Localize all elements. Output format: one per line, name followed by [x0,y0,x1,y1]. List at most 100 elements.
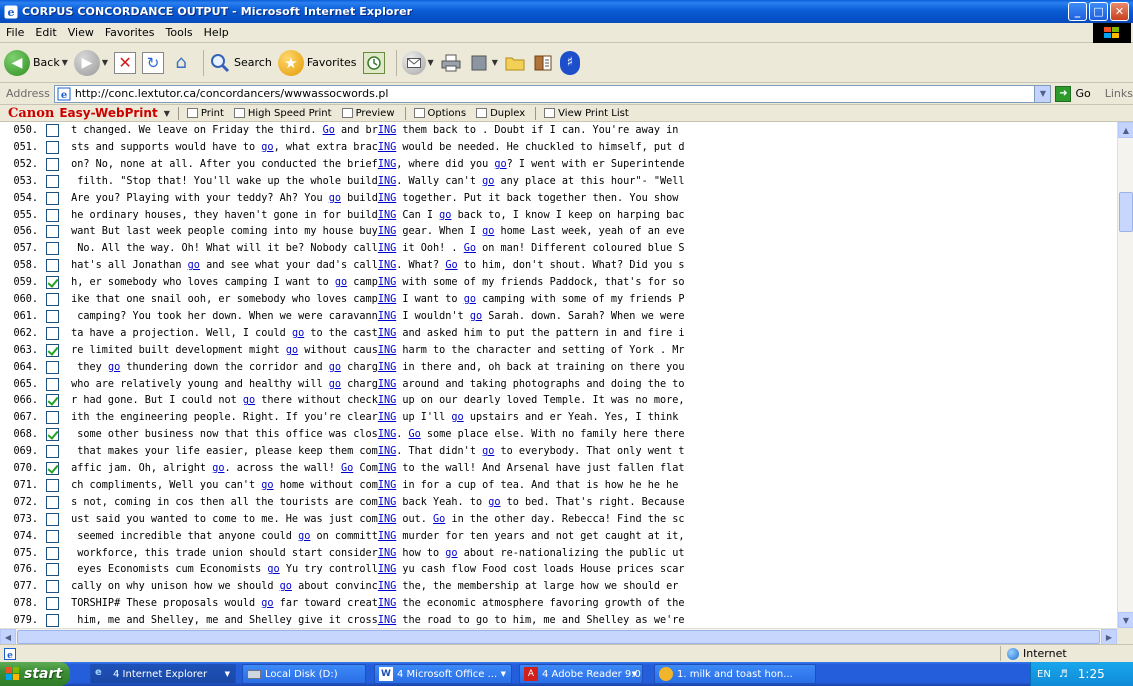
keyword-link[interactable]: ING [378,446,396,457]
stop-button[interactable]: ✕ [114,47,137,79]
keyword-link[interactable]: go [488,497,500,508]
line-checkbox[interactable] [46,140,59,154]
line-checkbox[interactable] [46,563,59,577]
line-checkbox[interactable] [46,157,59,171]
vertical-scroll-thumb[interactable] [1119,192,1133,232]
minimize-button[interactable]: _ [1068,2,1087,21]
keyword-link[interactable]: go [451,412,463,423]
keyword-link[interactable]: ING [378,463,396,474]
menu-view[interactable]: View [68,26,94,39]
line-checkbox[interactable] [46,445,59,459]
horizontal-scroll-thumb[interactable] [17,630,1100,644]
keyword-link[interactable]: go [445,548,457,559]
keyword-link[interactable]: ING [378,159,396,170]
chevron-down-icon[interactable]: ▼ [492,58,498,67]
keyword-link[interactable]: ING [378,497,396,508]
close-button[interactable]: ✕ [1110,2,1129,21]
mail-button[interactable]: ▼ [401,47,434,79]
line-checkbox[interactable] [46,191,59,205]
line-checkbox[interactable] [46,276,59,290]
keyword-link[interactable]: ING [378,564,396,575]
keyword-link[interactable]: go [261,598,273,609]
start-button[interactable]: start [0,662,70,686]
keyword-link[interactable]: go [286,345,298,356]
language-indicator[interactable]: EN [1037,669,1051,680]
line-checkbox[interactable] [46,225,59,239]
address-field[interactable]: e http://conc.lextutor.ca/concordancers/… [53,84,1052,103]
keyword-link[interactable]: Go [464,243,476,254]
line-checkbox[interactable] [46,580,59,594]
line-checkbox[interactable] [46,546,59,560]
line-checkbox[interactable] [46,259,59,273]
title-bar[interactable]: e CORPUS CONCORDANCE OUTPUT - Microsoft … [0,0,1133,23]
keyword-link[interactable]: go [482,446,494,457]
keyword-link[interactable]: go [494,159,506,170]
line-checkbox[interactable] [46,512,59,526]
keyword-link[interactable]: Go [323,125,335,136]
go-button[interactable]: ➜ Go [1055,85,1091,102]
keyword-link[interactable]: ING [378,294,396,305]
scroll-left-button[interactable]: ◀ [0,629,16,645]
keyword-link[interactable]: go [212,463,224,474]
canon-high-speed-button[interactable]: High Speed Print [233,108,332,119]
chevron-down-icon[interactable]: ▼ [164,109,170,118]
menu-file[interactable]: File [6,26,24,39]
keyword-link[interactable]: go [464,294,476,305]
keyword-link[interactable]: ING [378,581,396,592]
keyword-link[interactable]: Go [341,463,353,474]
canon-preview-button[interactable]: Preview [341,108,395,119]
line-checkbox[interactable] [46,428,59,442]
keyword-link[interactable]: Go [445,260,457,271]
keyword-link[interactable]: ING [378,311,396,322]
line-checkbox[interactable] [46,377,59,391]
keyword-link[interactable]: ING [378,412,396,423]
line-checkbox[interactable] [46,343,59,357]
easy-webprint-button[interactable]: Easy-WebPrint [59,106,157,120]
canon-view-print-list-button[interactable]: View Print List [544,108,629,119]
keyword-link[interactable]: ING [378,598,396,609]
keyword-link[interactable]: ING [378,260,396,271]
chevron-down-icon[interactable]: ▼ [102,58,108,67]
keyword-link[interactable]: go [292,328,304,339]
line-checkbox[interactable] [46,394,59,408]
menu-tools[interactable]: Tools [166,26,193,39]
keyword-link[interactable]: ING [378,429,396,440]
volume-icon[interactable]: ♬ [1059,669,1068,680]
keyword-link[interactable]: ING [378,328,396,339]
refresh-button[interactable]: ↻ [142,47,165,79]
line-checkbox[interactable] [46,411,59,425]
task-adobe-reader[interactable]: A 4 Adobe Reader 9.0 ▼ [519,664,643,684]
task-microsoft-office[interactable]: W 4 Microsoft Office ... ▼ [374,664,512,684]
scroll-up-button[interactable]: ▲ [1118,122,1133,138]
menu-help[interactable]: Help [204,26,229,39]
back-button[interactable]: ◀ Back ▼ [4,47,68,79]
canon-duplex-button[interactable]: Duplex [476,108,525,119]
canon-print-button[interactable]: Print [186,108,224,119]
task-milk-and-toast[interactable]: 1. milk and toast hon... [654,664,816,684]
menu-edit[interactable]: Edit [35,26,56,39]
keyword-link[interactable]: ING [378,514,396,525]
chevron-down-icon[interactable]: ▼ [1034,85,1051,102]
edit-button[interactable]: ▼ [468,47,498,79]
keyword-link[interactable]: ING [378,395,396,406]
keyword-link[interactable]: go [298,531,310,542]
keyword-link[interactable]: go [439,210,451,221]
scroll-right-button[interactable]: ▶ [1101,629,1117,645]
chevron-down-icon[interactable]: ▼ [62,58,68,67]
print-button[interactable] [440,47,462,79]
task-local-disk[interactable]: Local Disk (D:) [242,664,366,684]
keyword-link[interactable]: go [329,362,341,373]
keyword-link[interactable]: ING [378,125,396,136]
line-checkbox[interactable] [46,614,59,628]
favorites-button[interactable]: ★ Favorites [277,47,357,79]
keyword-link[interactable]: ING [378,345,396,356]
keyword-link[interactable]: go [261,142,273,153]
keyword-link[interactable]: Go [433,514,445,525]
line-checkbox[interactable] [46,478,59,492]
line-checkbox[interactable] [46,597,59,611]
keyword-link[interactable]: go [335,277,347,288]
links-button[interactable]: Links [1105,87,1133,100]
menu-favorites[interactable]: Favorites [105,26,155,39]
keyword-link[interactable]: go [482,176,494,187]
keyword-link[interactable]: ING [378,176,396,187]
